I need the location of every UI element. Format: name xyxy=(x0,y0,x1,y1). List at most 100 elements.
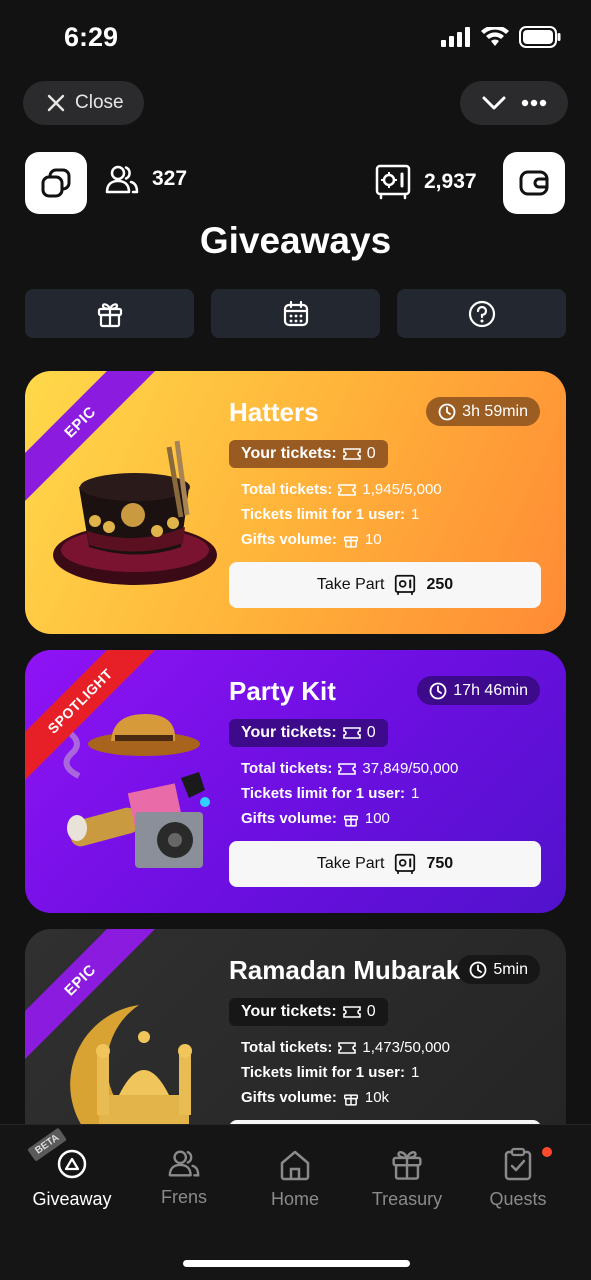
giveaway-card[interactable]: SPOTLIGHT Party Kit 17h 46min Your ticke… xyxy=(25,650,566,913)
total-tickets-line: Total tickets: 1,945/5,000 xyxy=(241,481,442,498)
nav-quests[interactable]: Quests xyxy=(459,1147,577,1210)
tab-calendar[interactable] xyxy=(211,289,380,338)
total-tickets-value: 37,849/50,000 xyxy=(362,760,459,777)
gifts-volume-line: Gifts volume: 10k xyxy=(241,1089,389,1106)
take-part-price: 250 xyxy=(426,576,454,593)
nav-label: Frens xyxy=(160,1187,207,1207)
gift-icon xyxy=(392,1151,422,1180)
home-indicator xyxy=(183,1260,410,1267)
timer-text: 3h 59min xyxy=(462,402,528,420)
giveaway-icon xyxy=(57,1149,87,1179)
giveaway-card[interactable]: EPIC Hatters 3h 59min Your tickets: 0 To… xyxy=(25,371,566,634)
ticket-icon xyxy=(342,727,361,739)
total-tickets-line: Total tickets: 1,473/50,000 xyxy=(241,1039,450,1056)
users-icon xyxy=(168,1150,200,1177)
total-tickets-value: 1,945/5,000 xyxy=(362,481,442,498)
close-button[interactable]: Close xyxy=(23,81,144,125)
take-part-label: Take Part xyxy=(316,855,385,872)
your-tickets-label: Your tickets: xyxy=(241,724,337,741)
gifts-volume-value: 10k xyxy=(364,1089,390,1106)
giveaway-title: Party Kit xyxy=(229,676,336,706)
notification-dot xyxy=(542,1147,552,1157)
timer-badge: 5min xyxy=(457,955,540,984)
nav-giveaway[interactable]: Giveaway xyxy=(13,1147,131,1210)
gifts-volume-label: Gifts volume: xyxy=(241,531,337,548)
ticket-icon xyxy=(338,483,357,496)
safe-icon xyxy=(395,853,416,875)
nav-label: Quests xyxy=(489,1189,547,1209)
timer-text: 17h 46min xyxy=(453,681,528,699)
clock-icon xyxy=(438,403,456,420)
safe-icon xyxy=(375,164,411,200)
gifts-volume-line: Gifts volume: 100 xyxy=(241,810,390,827)
gift-icon xyxy=(97,302,122,327)
gifts-volume-value: 10 xyxy=(364,531,382,548)
gifts-volume-label: Gifts volume: xyxy=(241,810,337,827)
tickets-stat: 2,937 xyxy=(374,163,477,201)
your-tickets-value: 0 xyxy=(366,445,376,462)
total-tickets-label: Total tickets: xyxy=(241,760,333,777)
nav-treasury[interactable]: Treasury xyxy=(348,1147,466,1210)
top-hat-illustration xyxy=(53,440,217,585)
limit-label: Tickets limit for 1 user: xyxy=(241,785,405,802)
take-part-price: 750 xyxy=(426,855,454,872)
users-icon xyxy=(105,165,139,194)
clock-icon xyxy=(429,682,447,699)
timer-badge: 3h 59min xyxy=(426,397,540,426)
tab-help[interactable] xyxy=(397,289,566,338)
gift-icon xyxy=(343,1093,358,1106)
take-part-button[interactable]: Take Part 750 xyxy=(229,841,541,887)
clock-icon xyxy=(469,961,487,978)
giveaway-title: Hatters xyxy=(229,397,319,427)
gifts-volume-label: Gifts volume: xyxy=(241,1089,337,1106)
timer-text: 5min xyxy=(493,960,528,978)
cellular-signal-icon xyxy=(441,27,470,47)
limit-line: Tickets limit for 1 user: 1 xyxy=(241,1064,419,1081)
your-tickets-badge: Your tickets: 0 xyxy=(229,719,388,747)
total-tickets-label: Total tickets: xyxy=(241,1039,333,1056)
nav-home[interactable]: Home xyxy=(236,1149,354,1210)
your-tickets-value: 0 xyxy=(366,724,376,741)
page-title: Giveaways xyxy=(199,220,392,261)
copy-button[interactable] xyxy=(25,152,87,214)
bottom-nav: BETA Giveaway Frens Home Treasury Quests xyxy=(0,1124,591,1280)
status-time: 6:29 xyxy=(64,22,119,52)
status-icons xyxy=(441,26,561,48)
total-tickets-line: Total tickets: 37,849/50,000 xyxy=(241,760,458,777)
close-label: Close xyxy=(75,92,124,113)
chevron-down-icon[interactable] xyxy=(482,95,506,111)
wallet-icon xyxy=(519,170,549,196)
nav-label: Home xyxy=(270,1189,319,1209)
close-icon xyxy=(47,94,65,112)
your-tickets-badge: Your tickets: 0 xyxy=(229,440,388,468)
gift-icon xyxy=(343,814,358,827)
home-icon xyxy=(280,1150,310,1181)
your-tickets-label: Your tickets: xyxy=(241,445,337,462)
limit-value: 1 xyxy=(410,506,420,523)
safe-icon xyxy=(395,574,416,596)
timer-badge: 17h 46min xyxy=(417,676,540,705)
nav-label: Giveaway xyxy=(32,1189,112,1209)
more-icon[interactable] xyxy=(521,99,547,107)
nav-frens[interactable]: Frens xyxy=(125,1147,243,1208)
clipboard-check-icon xyxy=(504,1147,532,1181)
copy-icon xyxy=(41,168,71,198)
mini-app-menu[interactable] xyxy=(460,81,568,125)
limit-line: Tickets limit for 1 user: 1 xyxy=(241,785,419,802)
take-part-label: Take Part xyxy=(316,576,385,593)
take-part-button[interactable]: Take Part 250 xyxy=(229,562,541,608)
tab-gifts[interactable] xyxy=(25,289,194,338)
calendar-icon xyxy=(283,300,308,326)
limit-value: 1 xyxy=(410,1064,420,1081)
frens-count: 327 xyxy=(152,167,188,190)
tickets-count: 2,937 xyxy=(424,170,477,193)
gift-icon xyxy=(343,535,358,548)
your-tickets-label: Your tickets: xyxy=(241,1003,337,1020)
limit-value: 1 xyxy=(410,785,420,802)
your-tickets-value: 0 xyxy=(366,1003,376,1020)
wallet-button[interactable] xyxy=(503,152,565,214)
wifi-icon xyxy=(481,27,509,46)
limit-label: Tickets limit for 1 user: xyxy=(241,506,405,523)
gifts-volume-value: 100 xyxy=(364,810,390,827)
ticket-icon xyxy=(342,1006,361,1018)
